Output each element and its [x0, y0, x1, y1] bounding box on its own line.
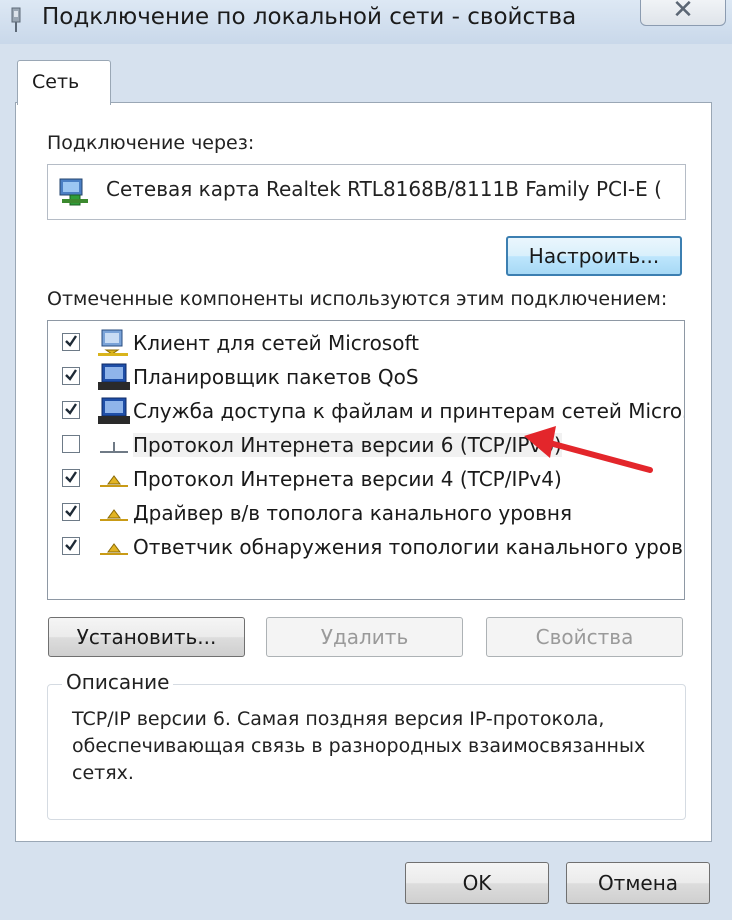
tab-network[interactable]: Сеть	[17, 60, 111, 105]
service-icon	[98, 363, 130, 390]
component-checkbox[interactable]	[62, 333, 80, 351]
window-title: Подключение по локальной сети - свойства	[42, 4, 577, 30]
remove-button[interactable]: Удалить	[266, 617, 463, 657]
checkmark-icon	[65, 369, 77, 381]
description-text: TCP/IP версии 6. Самая поздняя версия IP…	[72, 708, 646, 784]
component-label: Планировщик пакетов QoS	[133, 365, 419, 389]
checkmark-icon	[65, 505, 77, 517]
list-item[interactable]: Драйвер в/в тополога канального уровня	[48, 497, 684, 529]
component-label: Драйвер в/в тополога канального уровня	[133, 501, 573, 525]
list-item[interactable]: Ответчик обнаружения топологии канальног…	[48, 531, 684, 563]
checkmark-icon	[65, 539, 77, 551]
service-icon	[98, 397, 130, 424]
adapter-field: Сетевая карта Realtek RTL8168B/8111B Fam…	[47, 164, 686, 220]
component-label: Протокол Интернета версии 6 (TCP/IPv6)	[133, 433, 562, 457]
components-label: Отмеченные компоненты используются этим …	[47, 288, 668, 310]
install-button[interactable]: Установить...	[48, 617, 245, 657]
cancel-button[interactable]: Отмена	[566, 862, 710, 904]
component-checkbox[interactable]	[62, 503, 80, 521]
properties-dialog: Подключение по локальной сети - свойства…	[0, 0, 732, 920]
component-label: Клиент для сетей Microsoft	[133, 331, 419, 355]
red-arrow-annotation	[524, 426, 653, 473]
client-icon	[98, 329, 128, 356]
properties-button[interactable]: Свойства	[486, 617, 683, 657]
tab-label: Сеть	[32, 71, 80, 93]
network-connection-icon	[11, 7, 21, 32]
component-checkbox[interactable]	[62, 469, 80, 487]
ok-button[interactable]: OK	[405, 862, 549, 904]
close-icon: ✕	[672, 0, 694, 25]
list-item[interactable]: Клиент для сетей Microsoft	[48, 327, 684, 359]
component-label: Протокол Интернета версии 4 (TCP/IPv4)	[133, 467, 562, 491]
connect-via-label: Подключение через:	[47, 132, 255, 154]
configure-button[interactable]: Настроить...	[506, 236, 682, 276]
description-legend: Описание	[62, 670, 174, 694]
protocol-icon	[100, 442, 128, 453]
component-label: Ответчик обнаружения топологии канальног…	[133, 535, 685, 559]
checkmark-icon	[65, 403, 77, 415]
title-bar[interactable]: Подключение по локальной сети - свойства…	[0, 0, 732, 44]
list-item[interactable]: Планировщик пакетов QoS	[48, 361, 684, 393]
network-adapter-icon	[59, 178, 88, 206]
protocol-icon	[100, 543, 128, 555]
adapter-name: Сетевая карта Realtek RTL8168B/8111B Fam…	[106, 177, 662, 201]
close-button[interactable]: ✕	[640, 0, 726, 26]
protocol-icon	[100, 475, 128, 487]
component-checkbox[interactable]	[62, 401, 80, 419]
checkmark-icon	[65, 471, 77, 483]
checkmark-icon	[65, 335, 77, 347]
protocol-icon	[100, 509, 128, 521]
component-checkbox[interactable]	[62, 537, 80, 555]
component-checkbox[interactable]	[62, 435, 80, 453]
component-checkbox[interactable]	[62, 367, 80, 385]
